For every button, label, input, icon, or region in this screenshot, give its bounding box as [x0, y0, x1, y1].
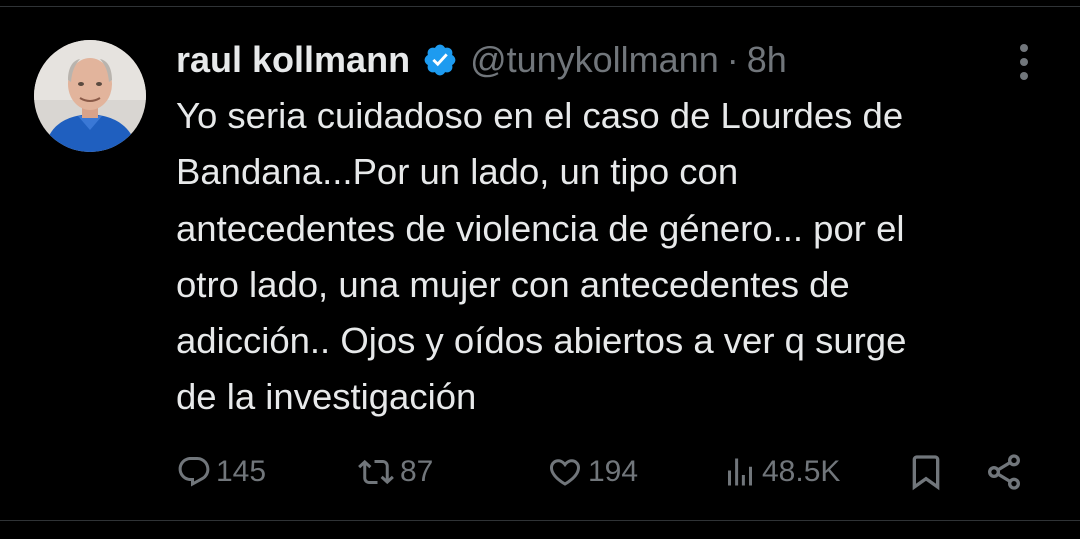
tweet-text: Yo seria cuidadoso en el caso de Lourdes… — [176, 95, 907, 418]
top-divider — [0, 6, 1080, 7]
author-name[interactable]: raul kollmann — [176, 39, 410, 81]
views-icon — [722, 454, 758, 490]
reply-count: 145 — [216, 455, 267, 488]
reply-icon — [176, 454, 212, 490]
bookmark-icon — [906, 452, 946, 492]
like-button[interactable]: 194 — [546, 448, 638, 496]
retweet-button[interactable]: 87 — [356, 448, 433, 496]
bottom-divider — [0, 520, 1080, 521]
views-count: 48.5K — [762, 455, 841, 488]
timestamp[interactable]: 8h — [747, 39, 787, 81]
more-icon[interactable] — [1010, 42, 1038, 82]
retweet-icon — [356, 454, 396, 490]
share-icon — [984, 452, 1024, 492]
verified-badge-icon — [422, 42, 458, 78]
like-count: 194 — [588, 455, 639, 488]
heart-icon — [546, 454, 584, 490]
avatar[interactable] — [34, 40, 146, 152]
bookmark-button[interactable] — [906, 448, 946, 496]
share-button[interactable] — [984, 448, 1024, 496]
views-button[interactable]: 48.5K — [722, 448, 840, 496]
author-handle[interactable]: @tunykollmann — [470, 39, 719, 81]
retweet-count: 87 — [400, 455, 434, 488]
reply-button[interactable]: 145 — [176, 448, 266, 496]
separator-dot: · — [726, 39, 739, 80]
tweet-actions: 145 87 194 48.5K — [0, 448, 1080, 496]
tweet-header: raul kollmann @tunykollmann · 8h — [176, 36, 787, 84]
